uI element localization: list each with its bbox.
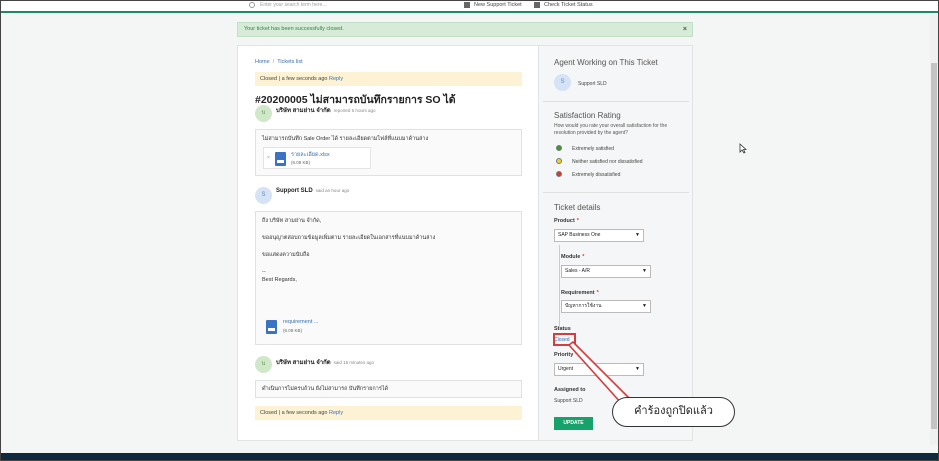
annotation-callout: คำร้องถูกปิดแล้ว [612,397,735,427]
mouse-cursor-icon [739,143,747,154]
scrollbar-thumb[interactable] [931,63,937,429]
annotation-arrow-shape [568,341,630,405]
footer-bar [1,453,938,460]
page-scrollbar[interactable] [930,15,938,445]
browser-frame: Enter your search term here... New Suppo… [0,0,939,461]
annotation-arrow [568,341,630,405]
